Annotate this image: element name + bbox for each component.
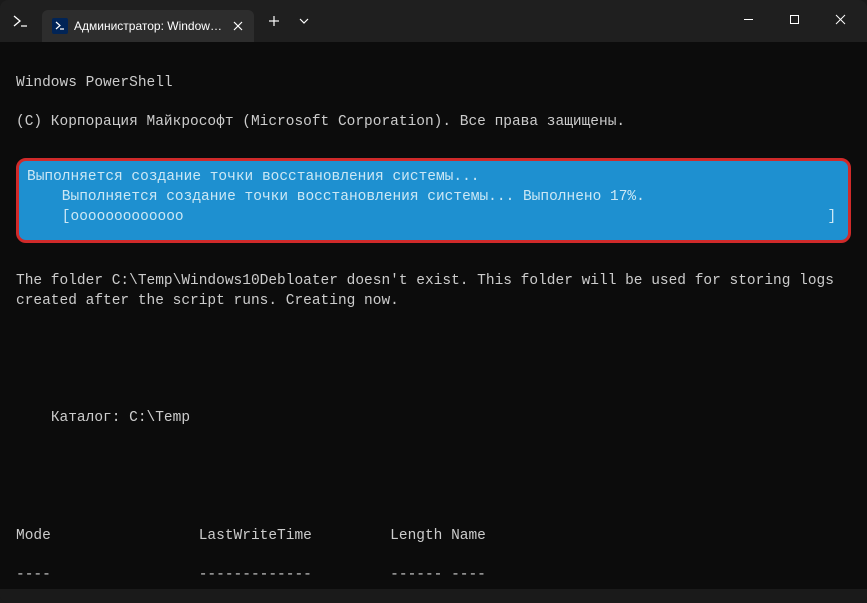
console-blank <box>16 331 851 351</box>
tab-strip: Администратор: Windows Po <box>42 0 318 42</box>
progress-status: Выполняется создание точки восстановлени… <box>27 187 840 207</box>
terminal-output[interactable]: Windows PowerShell (C) Корпорация Майкро… <box>0 42 867 589</box>
terminal-window: Администратор: Windows Po <box>0 0 867 603</box>
maximize-button[interactable] <box>771 0 817 38</box>
table-divider: ---- ------------- ------ ---- <box>16 566 851 586</box>
new-tab-button[interactable] <box>258 5 290 37</box>
footer-bar <box>0 589 867 603</box>
close-tab-button[interactable] <box>230 18 246 34</box>
progress-block: Выполняется создание точки восстановлени… <box>16 158 851 243</box>
progress-title: Выполняется создание точки восстановлени… <box>27 167 840 187</box>
app-icon <box>12 12 30 30</box>
console-line: The folder C:\Temp\Windows10Debloater do… <box>16 272 851 311</box>
tab-powershell[interactable]: Администратор: Windows Po <box>42 10 254 42</box>
console-line: Windows PowerShell <box>16 74 851 94</box>
minimize-button[interactable] <box>725 0 771 38</box>
table-header: Mode LastWriteTime Length Name <box>16 527 851 547</box>
console-blank <box>16 487 851 507</box>
console-line: (C) Корпорация Майкрософт (Microsoft Cor… <box>16 113 851 133</box>
tab-dropdown-button[interactable] <box>290 5 318 37</box>
close-window-button[interactable] <box>817 0 863 38</box>
powershell-icon <box>52 18 68 34</box>
titlebar: Администратор: Windows Po <box>0 0 867 42</box>
progress-bar: [ooooooooooooo ] <box>27 207 840 227</box>
console-blank <box>16 370 851 390</box>
console-blank <box>16 448 851 468</box>
window-controls <box>725 0 863 42</box>
console-catalog: Каталог: C:\Temp <box>16 409 851 429</box>
tab-title: Администратор: Windows Po <box>74 19 224 33</box>
